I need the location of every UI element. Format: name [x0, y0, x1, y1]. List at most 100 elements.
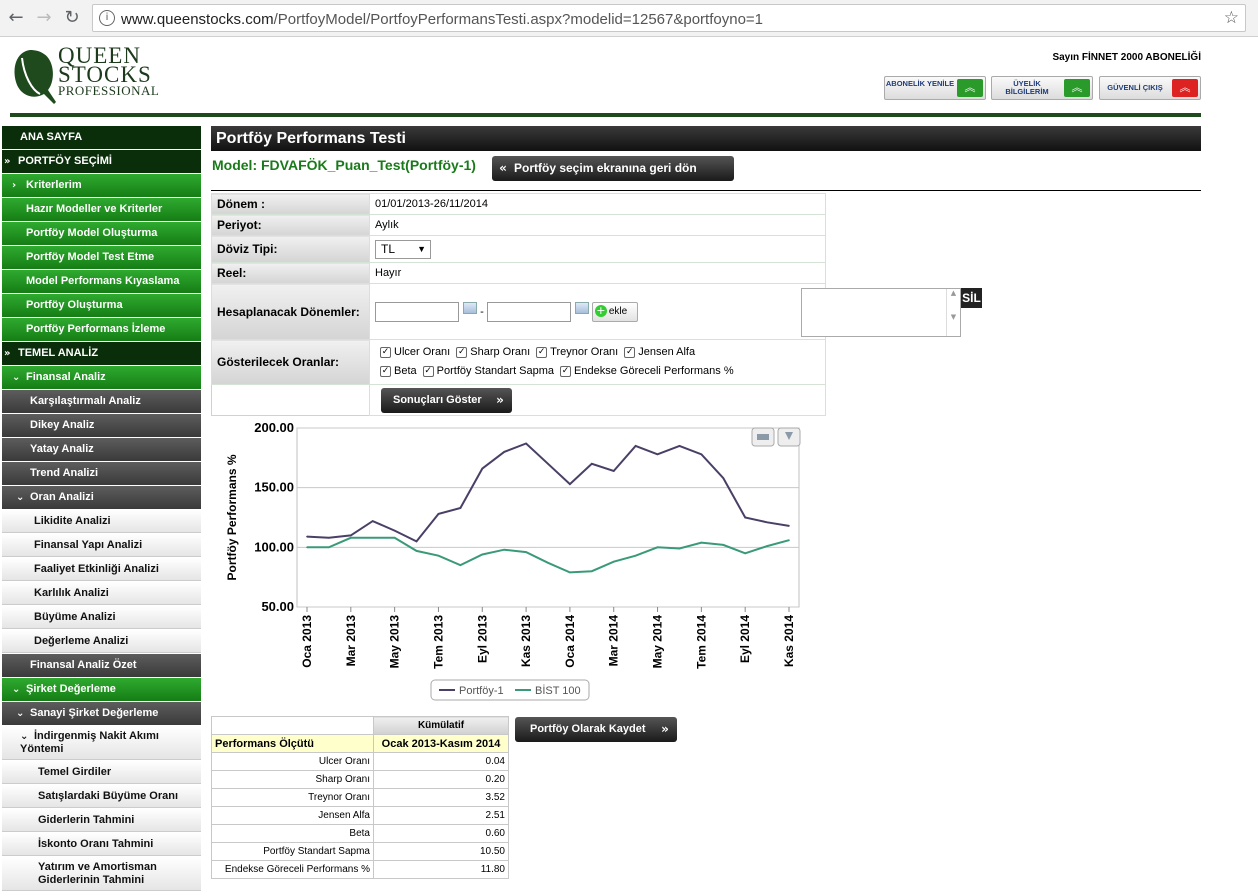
frequency-label: Periyot:: [211, 214, 370, 236]
delete-period-button[interactable]: SİL: [961, 288, 982, 308]
x-tick-label: Oca 2014: [563, 615, 577, 668]
sidebar-item[interactable]: Likidite Analizi: [2, 510, 201, 533]
sidebar-item[interactable]: Karlılık Analizi: [2, 582, 201, 605]
ratio-checkbox[interactable]: ✓: [422, 366, 434, 377]
calendar-icon[interactable]: [463, 301, 477, 314]
ratio-checkbox[interactable]: ✓: [536, 346, 548, 358]
data-point: [678, 547, 681, 550]
renew-subscription-button[interactable]: ABONELİK YENİLE ︽: [884, 76, 986, 100]
sidebar-item[interactable]: Model Performans Kıyaslama: [2, 270, 201, 293]
sidebar-item[interactable]: Karşılaştırmalı Analiz: [2, 390, 201, 413]
real-value: Hayır: [369, 262, 826, 284]
sidebar-item[interactable]: Portföy Model Test Etme: [2, 246, 201, 269]
sidebar-item[interactable]: Portföy Model Oluşturma: [2, 222, 201, 245]
data-point: [656, 453, 659, 456]
sidebar-item-label: Oran Analizi: [30, 491, 94, 503]
double-chevron-right-icon: »: [496, 392, 504, 407]
y-tick-label: 50.00: [261, 599, 294, 614]
sidebar-item[interactable]: Dikey Analiz: [2, 414, 201, 437]
sidebar-item-label: TEMEL ANALİZ: [18, 347, 99, 359]
sidebar-item[interactable]: ANA SAYFA: [2, 126, 201, 149]
sidebar-item[interactable]: Faaliyet Etkinliği Analizi: [2, 558, 201, 581]
sidebar-item[interactable]: Hazır Modeller ve Kriterler: [2, 198, 201, 221]
ratio-checkbox-label: Ulcer Oranı: [394, 345, 451, 358]
data-point: [350, 536, 352, 539]
back-to-portfolio-selection-button[interactable]: «Portföy seçim ekranına geri dön: [492, 156, 734, 181]
sidebar-item[interactable]: Satışlardaki Büyüme Oranı: [2, 785, 201, 808]
sidebar-item[interactable]: Finansal Yapı Analizi: [2, 534, 201, 557]
sidebar-item-label: Finansal Analiz Özet: [30, 659, 137, 671]
sidebar-item[interactable]: ⌄ Şirket Değerleme: [2, 678, 201, 701]
sidebar-item[interactable]: ⌄ İndirgenmiş Nakit Akımı Yöntemi: [2, 726, 201, 760]
results-row: Jensen Alfa 2.51: [211, 806, 509, 825]
results-row: Portföy Standart Sapma 10.50: [211, 842, 509, 861]
sidebar-item[interactable]: » PORTFÖY SEÇİMİ: [2, 150, 201, 173]
currency-select[interactable]: TL ▼: [375, 239, 431, 259]
membership-info-button[interactable]: ÜYELİK BİLGİLERİM ︽: [991, 76, 1093, 100]
sidebar-item[interactable]: ⌄ Sanayi Şirket Değerleme: [2, 702, 201, 725]
data-point: [306, 546, 308, 549]
add-period-button[interactable]: + ekle: [591, 301, 638, 322]
logo-line2: STOCKS: [58, 62, 152, 87]
sidebar-item-label: Dikey Analiz: [30, 419, 95, 431]
sidebar-item[interactable]: » TEMEL ANALİZ: [2, 342, 201, 365]
info-icon[interactable]: i: [99, 10, 115, 26]
y-axis-label: Portföy Performans %: [225, 454, 239, 580]
sidebar-item[interactable]: ⌄ Oran Analizi: [2, 486, 201, 509]
results-table: Kümülatif Performans Ölçütü Ocak 2013-Ka…: [211, 716, 509, 879]
show-results-button[interactable]: Sonuçları Göster»: [381, 387, 512, 413]
sidebar-item[interactable]: Yatay Analiz: [2, 438, 201, 461]
legend-label: Portföy-1: [459, 685, 504, 697]
back-arrow-icon[interactable]: ←: [6, 8, 26, 28]
sidebar-item[interactable]: Temel Girdiler: [2, 761, 201, 784]
data-point: [656, 546, 659, 549]
data-point: [766, 521, 768, 524]
sidebar-item[interactable]: Giderlerin Tahmini: [2, 809, 201, 832]
data-point: [481, 467, 484, 470]
chevron-icon: ⌄: [20, 731, 29, 742]
x-tick-label: Mar 2013: [344, 615, 358, 667]
start-date-input[interactable]: [375, 301, 459, 322]
sidebar-item[interactable]: › Kriterlerim: [2, 174, 201, 197]
sidebar-item[interactable]: İskonto Oranı Tahmini: [2, 833, 201, 856]
metric-name: Ulcer Oranı: [211, 752, 374, 771]
results-row: Beta 0.60: [211, 824, 509, 843]
sidebar-item[interactable]: Portföy Performans İzleme: [2, 318, 201, 341]
ratio-checkbox[interactable]: ✓: [560, 366, 572, 377]
url-text[interactable]: www.queenstocks.com/PortfoyModel/Portfoy…: [121, 11, 763, 28]
secure-logout-button[interactable]: GÜVENLİ ÇIKIŞ ︽: [1099, 76, 1201, 100]
chevron-icon: ⌄: [16, 708, 25, 719]
data-point: [328, 546, 330, 549]
forward-arrow-icon[interactable]: →: [34, 8, 54, 28]
scrollbar[interactable]: ▲ ▼: [946, 289, 960, 336]
sidebar-item[interactable]: Finansal Analiz Özet: [2, 654, 201, 677]
sidebar-item-label: Portföy Model Test Etme: [26, 251, 155, 263]
ratio-checkbox[interactable]: ✓: [380, 366, 391, 377]
ratio-checkbox[interactable]: ✓: [456, 346, 468, 358]
chevron-icon: ⌄: [16, 492, 25, 503]
sidebar-item[interactable]: Portföy Oluşturma: [2, 294, 201, 317]
plus-icon: +: [594, 303, 607, 317]
calendar-icon[interactable]: [574, 301, 589, 314]
sidebar-item[interactable]: ⌄ Finansal Analiz: [2, 366, 201, 389]
end-date-input[interactable]: [486, 301, 571, 322]
performance-chart: 200.00 150.00 100.00 50.00 Portföy Performan…: [211, 416, 811, 706]
sidebar-item-label: Karlılık Analizi: [34, 587, 109, 599]
save-as-portfolio-button[interactable]: Portföy Olarak Kaydet»: [515, 717, 677, 742]
sidebar-item[interactable]: Değerleme Analizi: [2, 630, 201, 653]
bookmark-star-icon[interactable]: ☆: [1224, 8, 1239, 28]
sidebar-item[interactable]: Trend Analizi: [2, 462, 201, 485]
address-bar[interactable]: i www.queenstocks.com/PortfoyModel/Portf…: [92, 4, 1246, 32]
results-row: Ulcer Oranı 0.04: [211, 752, 509, 771]
queenstocks-logo[interactable]: QUEEN STOCKS PROFESSIONAL: [10, 44, 170, 106]
ratio-checkbox[interactable]: ✓: [380, 346, 391, 358]
sidebar-item[interactable]: Büyüme Analizi: [2, 606, 201, 629]
ratio-checkbox-row: ✓ Beta ✓ Portföy Standart Sapma ✓ Endekse Gör…: [374, 362, 825, 381]
sidebar-item[interactable]: Yatırım ve Amortisman Giderlerinin Tahmi…: [2, 857, 201, 891]
x-tick-label: Kas 2014: [782, 615, 796, 667]
reload-icon[interactable]: ↻: [62, 8, 82, 28]
ratio-checkbox[interactable]: ✓: [624, 346, 636, 358]
data-point: [766, 545, 768, 547]
data-point: [371, 536, 374, 539]
periods-listbox[interactable]: ▲ ▼: [801, 288, 961, 337]
